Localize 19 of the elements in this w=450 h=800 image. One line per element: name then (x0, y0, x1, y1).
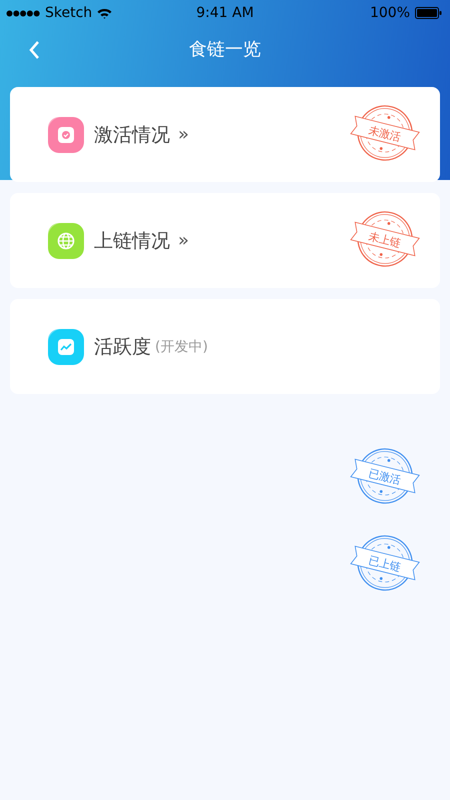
card-title: 活跃度 (94, 334, 151, 360)
signal-icon (6, 10, 40, 16)
carrier-name: Sketch (45, 5, 92, 21)
chevron-icon: » (178, 124, 190, 145)
card-title: 激活情况 (94, 122, 170, 148)
menu-card[interactable]: 上链情况 » 未上链 (10, 193, 440, 288)
menu-card[interactable]: 激活情况 » 未激活 (10, 87, 440, 182)
status-time: 9:41 AM (196, 5, 254, 21)
wifi-icon (97, 8, 112, 18)
chevron-icon: » (178, 230, 190, 251)
badge-icon (48, 116, 84, 152)
chart-icon (48, 328, 84, 364)
battery-percent: 100% (370, 5, 410, 21)
globe-icon (48, 222, 84, 258)
status-note: (开发中) (155, 338, 208, 356)
card-title: 上链情况 (94, 228, 170, 254)
battery-icon (415, 7, 442, 19)
menu-card[interactable]: 活跃度 (开发中) (10, 299, 440, 394)
page-title: 食链一览 (189, 38, 261, 61)
